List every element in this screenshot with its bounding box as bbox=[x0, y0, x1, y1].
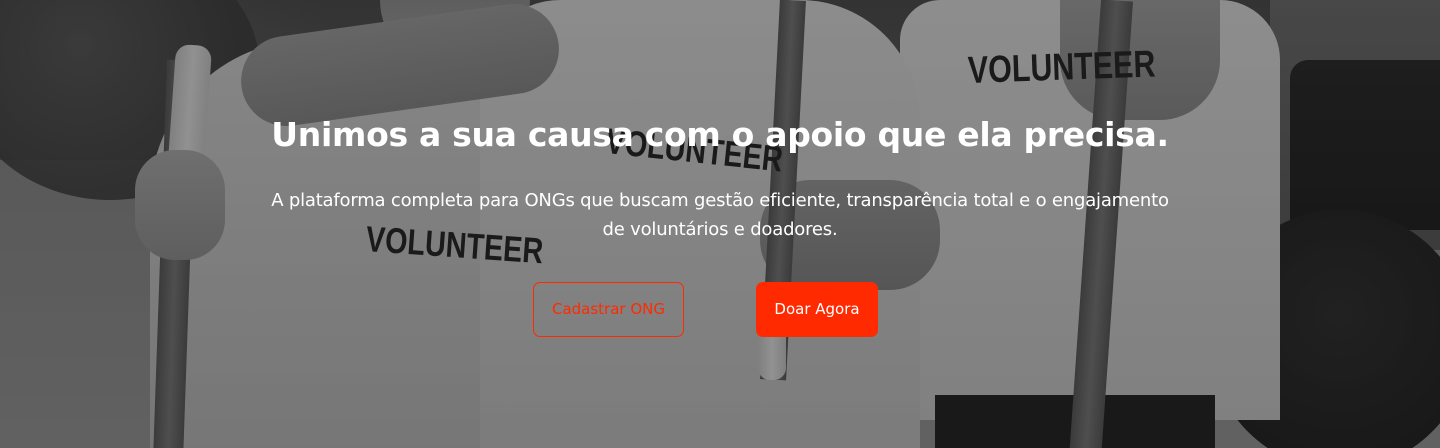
hero-section: VOLUNTEER VOLUNTEER VOLUNTEER Unimos a s… bbox=[0, 0, 1440, 448]
hero-headline: Unimos a sua causa com o apoio que ela p… bbox=[271, 115, 1169, 154]
register-ngo-button[interactable]: Cadastrar ONG bbox=[533, 282, 684, 337]
donate-now-button[interactable]: Doar Agora bbox=[756, 282, 878, 337]
hero-subtitle: A plataforma completa para ONGs que busc… bbox=[271, 190, 1169, 240]
hero-content: Unimos a sua causa com o apoio que ela p… bbox=[0, 0, 1440, 448]
